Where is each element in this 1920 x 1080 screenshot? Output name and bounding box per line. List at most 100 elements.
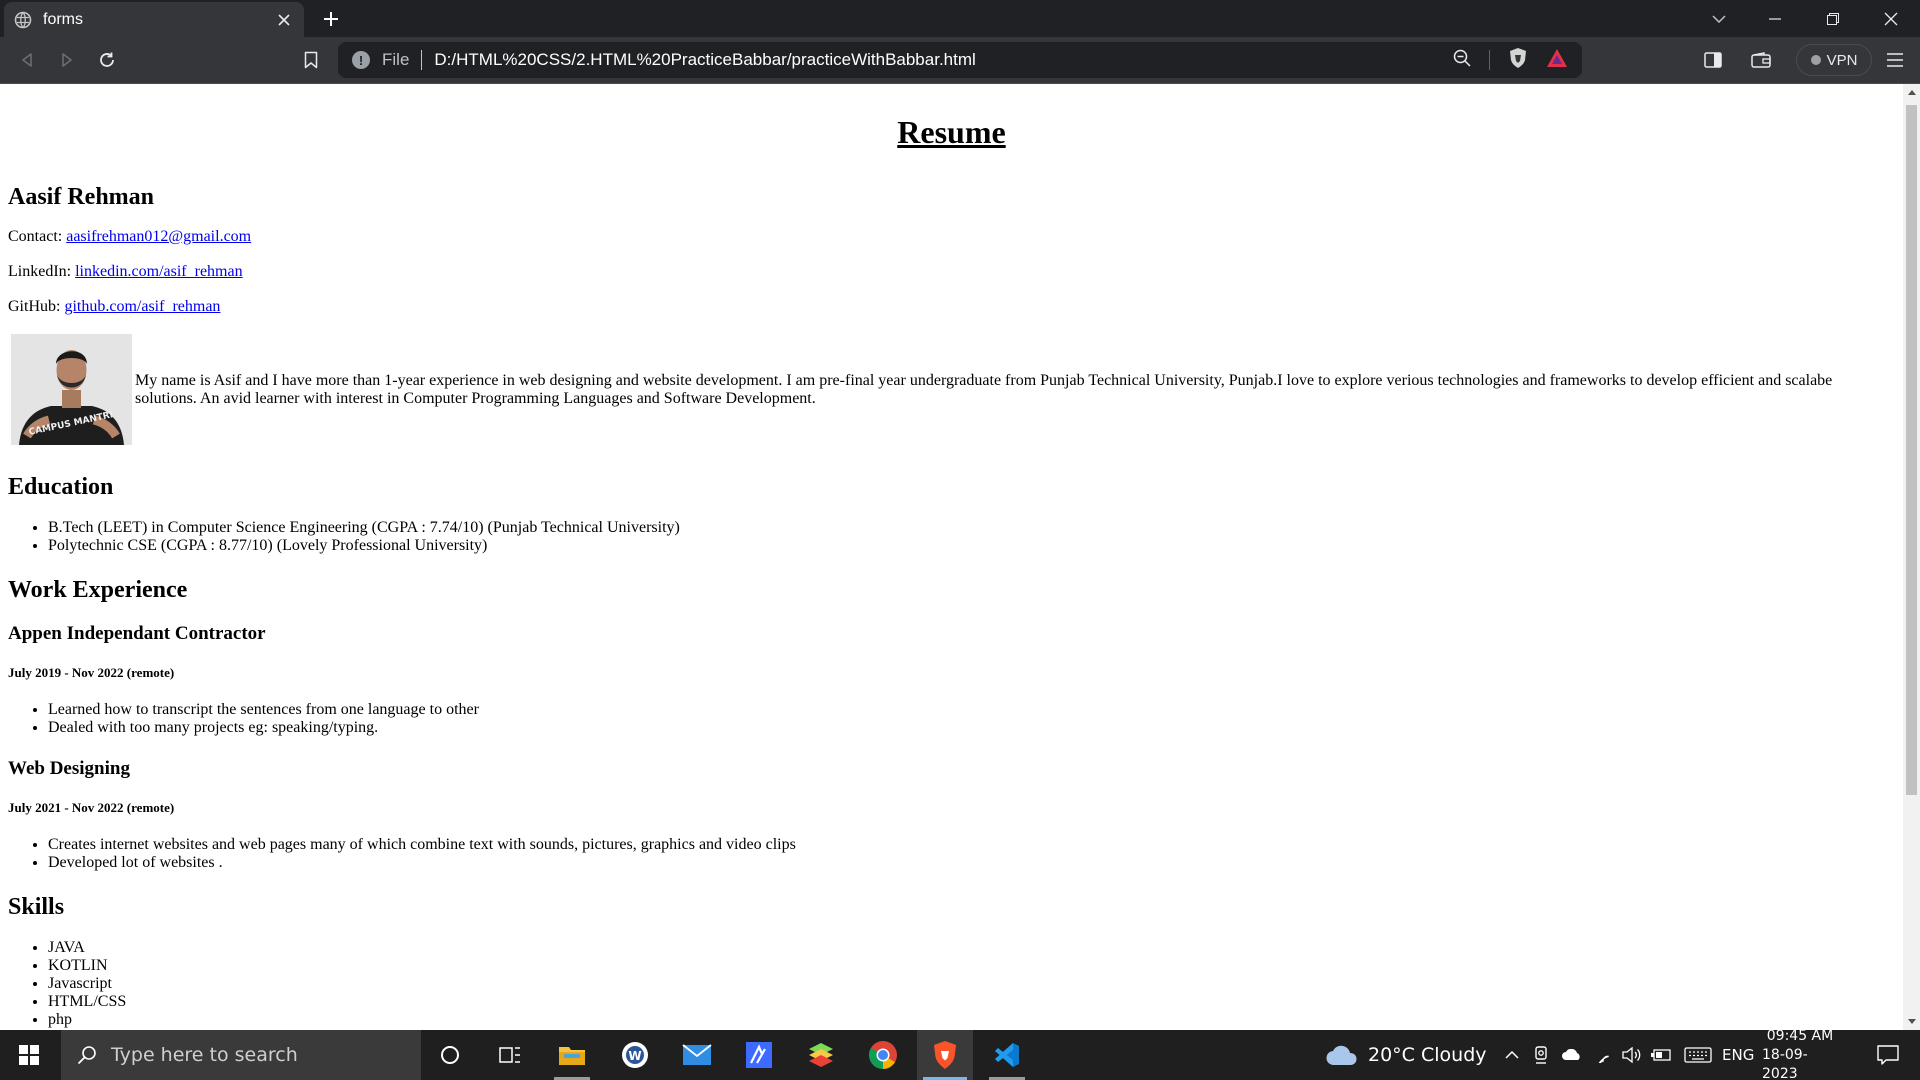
scroll-down-arrow-icon[interactable] bbox=[1903, 1013, 1920, 1030]
scroll-up-arrow-icon[interactable] bbox=[1903, 84, 1920, 101]
scheme-label: File bbox=[382, 50, 410, 69]
clock-time: 09:45 AM bbox=[1766, 1027, 1834, 1044]
page-title: Resume bbox=[897, 114, 1006, 150]
job-title: Appen Independant Contractor bbox=[8, 623, 266, 644]
bluestacks-icon[interactable] bbox=[793, 1030, 849, 1080]
brave-rewards-icon[interactable] bbox=[1546, 48, 1568, 73]
start-button[interactable] bbox=[0, 1030, 58, 1080]
word-app-icon[interactable]: W bbox=[607, 1030, 663, 1080]
linkedin-label: LinkedIn: bbox=[8, 263, 72, 280]
back-button[interactable] bbox=[12, 45, 42, 75]
linkedin-link[interactable]: linkedin.com/asif_rehman bbox=[75, 263, 243, 280]
wallet-icon[interactable] bbox=[1746, 45, 1776, 75]
notification-center-icon[interactable] bbox=[1864, 1030, 1912, 1080]
bookmark-icon[interactable] bbox=[296, 45, 326, 75]
work-experience-heading: Work Experience bbox=[8, 577, 188, 603]
zoom-icon[interactable] bbox=[1453, 49, 1471, 72]
battery-icon[interactable] bbox=[1648, 1030, 1674, 1080]
tab-title: forms bbox=[43, 10, 83, 28]
brave-browser-icon[interactable] bbox=[917, 1030, 973, 1080]
job-title: Web Designing bbox=[8, 758, 130, 779]
resume-document: Resume Aasif Rehman Contact: aasifrehman… bbox=[0, 116, 1903, 1029]
job-period: July 2021 - Nov 2022 (remote) bbox=[8, 800, 175, 815]
reload-button[interactable] bbox=[92, 45, 122, 75]
education-list: B.Tech (LEET) in Computer Science Engine… bbox=[8, 519, 1895, 555]
windows-taskbar: Type here to search W 20°C Cloudy ENG 09… bbox=[0, 1027, 1920, 1080]
job-points-list: Creates internet websites and web pages … bbox=[8, 836, 1895, 872]
tab-search-chevron-icon[interactable] bbox=[1696, 0, 1742, 37]
page-viewport: Resume Aasif Rehman Contact: aasifrehman… bbox=[0, 84, 1903, 1030]
list-item: php bbox=[48, 1011, 1895, 1029]
chrome-icon[interactable] bbox=[855, 1030, 911, 1080]
url-text[interactable]: D:/HTML%20CSS/2.HTML%20PracticeBabbar/pr… bbox=[434, 50, 1453, 70]
search-placeholder: Type here to search bbox=[111, 1044, 298, 1066]
search-icon bbox=[77, 1045, 97, 1065]
email-link[interactable]: aasifrehman012@gmail.com bbox=[66, 228, 251, 245]
page-scrollbar[interactable] bbox=[1903, 84, 1920, 1030]
contact-linkedin-line: LinkedIn: linkedin.com/asif_rehman bbox=[8, 264, 1895, 280]
windows-logo-icon bbox=[19, 1045, 39, 1065]
contact-github-line: GitHub: github.com/asif_rehman bbox=[8, 299, 1895, 315]
job-points-list: Learned how to transcript the sentences … bbox=[8, 701, 1895, 737]
brave-shields-icon[interactable] bbox=[1508, 47, 1528, 74]
show-hidden-icons-chevron-icon[interactable] bbox=[1500, 1030, 1524, 1080]
site-info-icon[interactable]: ! bbox=[352, 51, 370, 69]
cloud-icon bbox=[1326, 1045, 1357, 1066]
minimize-button[interactable] bbox=[1752, 0, 1798, 37]
menu-icon[interactable] bbox=[1880, 45, 1910, 75]
onedrive-icon[interactable] bbox=[1558, 1030, 1586, 1080]
about-section: CAMPUS MANTRI My name is Asif and I have… bbox=[8, 334, 1895, 445]
address-bar[interactable]: ! File D:/HTML%20CSS/2.HTML%20PracticeBa… bbox=[338, 42, 1582, 78]
weather-text: 20°C Cloudy bbox=[1368, 1044, 1487, 1066]
system-clock[interactable]: 09:45 AM 18-09-2023 bbox=[1762, 1027, 1838, 1080]
browser-tab[interactable]: forms bbox=[4, 2, 304, 37]
forward-button[interactable] bbox=[52, 45, 82, 75]
close-tab-icon[interactable] bbox=[274, 10, 294, 30]
list-item: Dealed with too many projects eg: speaki… bbox=[48, 719, 1895, 737]
android-studio-icon[interactable] bbox=[731, 1030, 787, 1080]
list-item: Polytechnic CSE (CGPA : 8.77/10) (Lovely… bbox=[48, 537, 1895, 555]
vpn-label: VPN bbox=[1826, 51, 1858, 69]
globe-icon bbox=[14, 11, 32, 29]
close-window-button[interactable] bbox=[1868, 0, 1914, 37]
list-item: Developed lot of websites . bbox=[48, 854, 1895, 872]
restore-button[interactable] bbox=[1810, 0, 1856, 37]
contact-label: Contact: bbox=[8, 228, 63, 245]
skills-list: JAVA KOTLIN Javascript HTML/CSS php bbox=[8, 939, 1895, 1029]
volume-icon[interactable] bbox=[1618, 1030, 1646, 1080]
omnibox-divider bbox=[1489, 50, 1490, 70]
mail-app-icon[interactable] bbox=[669, 1030, 725, 1080]
omnibox-separator bbox=[421, 50, 423, 70]
contact-email-line: Contact: aasifrehman012@gmail.com bbox=[8, 229, 1895, 245]
list-item: Creates internet websites and web pages … bbox=[48, 836, 1895, 854]
github-label: GitHub: bbox=[8, 298, 61, 315]
file-explorer-icon[interactable] bbox=[544, 1030, 600, 1080]
profile-photo: CAMPUS MANTRI bbox=[11, 334, 132, 445]
touch-keyboard-icon[interactable] bbox=[1680, 1030, 1716, 1080]
vscode-icon[interactable] bbox=[979, 1030, 1035, 1080]
sidebar-icon[interactable] bbox=[1698, 45, 1728, 75]
list-item: Learned how to transcript the sentences … bbox=[48, 701, 1895, 719]
skills-heading: Skills bbox=[8, 894, 65, 920]
browser-toolbar: ! File D:/HTML%20CSS/2.HTML%20PracticeBa… bbox=[0, 37, 1920, 84]
weather-widget[interactable]: 20°C Cloudy bbox=[1326, 1030, 1487, 1080]
scroll-thumb[interactable] bbox=[1906, 105, 1917, 795]
person-name: Aasif Rehman bbox=[8, 184, 155, 210]
cortana-button[interactable] bbox=[422, 1030, 478, 1080]
job-period: July 2019 - Nov 2022 (remote) bbox=[8, 665, 175, 680]
vpn-status-icon bbox=[1810, 55, 1821, 65]
github-link[interactable]: github.com/asif_rehman bbox=[64, 298, 220, 315]
wifi-icon[interactable] bbox=[1590, 1030, 1616, 1080]
input-language[interactable]: ENG bbox=[1722, 1030, 1754, 1080]
vpn-button[interactable]: VPN bbox=[1796, 44, 1872, 76]
new-tab-button[interactable] bbox=[318, 6, 344, 32]
list-item: KOTLIN bbox=[48, 957, 1895, 975]
taskbar-search-box[interactable]: Type here to search bbox=[61, 1030, 421, 1080]
camera-app-icon[interactable] bbox=[1528, 1030, 1554, 1080]
list-item: HTML/CSS bbox=[48, 993, 1895, 1011]
clock-date: 18-09-2023 bbox=[1762, 1046, 1808, 1080]
task-view-button[interactable] bbox=[482, 1030, 538, 1080]
about-paragraph: My name is Asif and I have more than 1-y… bbox=[135, 371, 1833, 407]
svg-text:W: W bbox=[628, 1049, 641, 1063]
browser-titlebar: forms bbox=[0, 0, 1920, 37]
